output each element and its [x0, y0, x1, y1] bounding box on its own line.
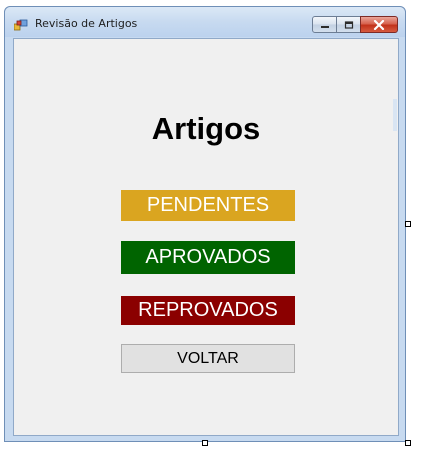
- maximize-icon: [344, 20, 353, 29]
- window-title: Revisão de Artigos: [35, 17, 138, 30]
- form-window: Revisão de Artigos Artigos PENDENTES APR…: [4, 6, 406, 442]
- form-client-area: Artigos PENDENTES APROVADOS REPROVADOS V…: [13, 38, 399, 436]
- resize-handle-bottom-right[interactable]: [405, 440, 411, 446]
- page-title: Artigos: [151, 111, 261, 146]
- minimize-button[interactable]: [312, 16, 337, 33]
- reprovados-button[interactable]: REPROVADOS: [121, 296, 295, 325]
- aprovados-button[interactable]: APROVADOS: [121, 241, 295, 274]
- resize-handle-bottom[interactable]: [202, 440, 208, 446]
- designer-canvas: Revisão de Artigos Artigos PENDENTES APR…: [0, 0, 424, 457]
- voltar-button[interactable]: VOLTAR: [121, 344, 295, 373]
- minimize-icon: [320, 25, 329, 28]
- app-icon: [13, 16, 28, 31]
- close-button[interactable]: [360, 16, 398, 33]
- resize-handle-right[interactable]: [405, 221, 411, 227]
- pendentes-button[interactable]: PENDENTES: [121, 190, 295, 221]
- maximize-button[interactable]: [336, 16, 361, 33]
- window-controls: [312, 16, 398, 34]
- close-icon: [373, 19, 385, 30]
- title-bar[interactable]: Revisão de Artigos: [5, 7, 405, 37]
